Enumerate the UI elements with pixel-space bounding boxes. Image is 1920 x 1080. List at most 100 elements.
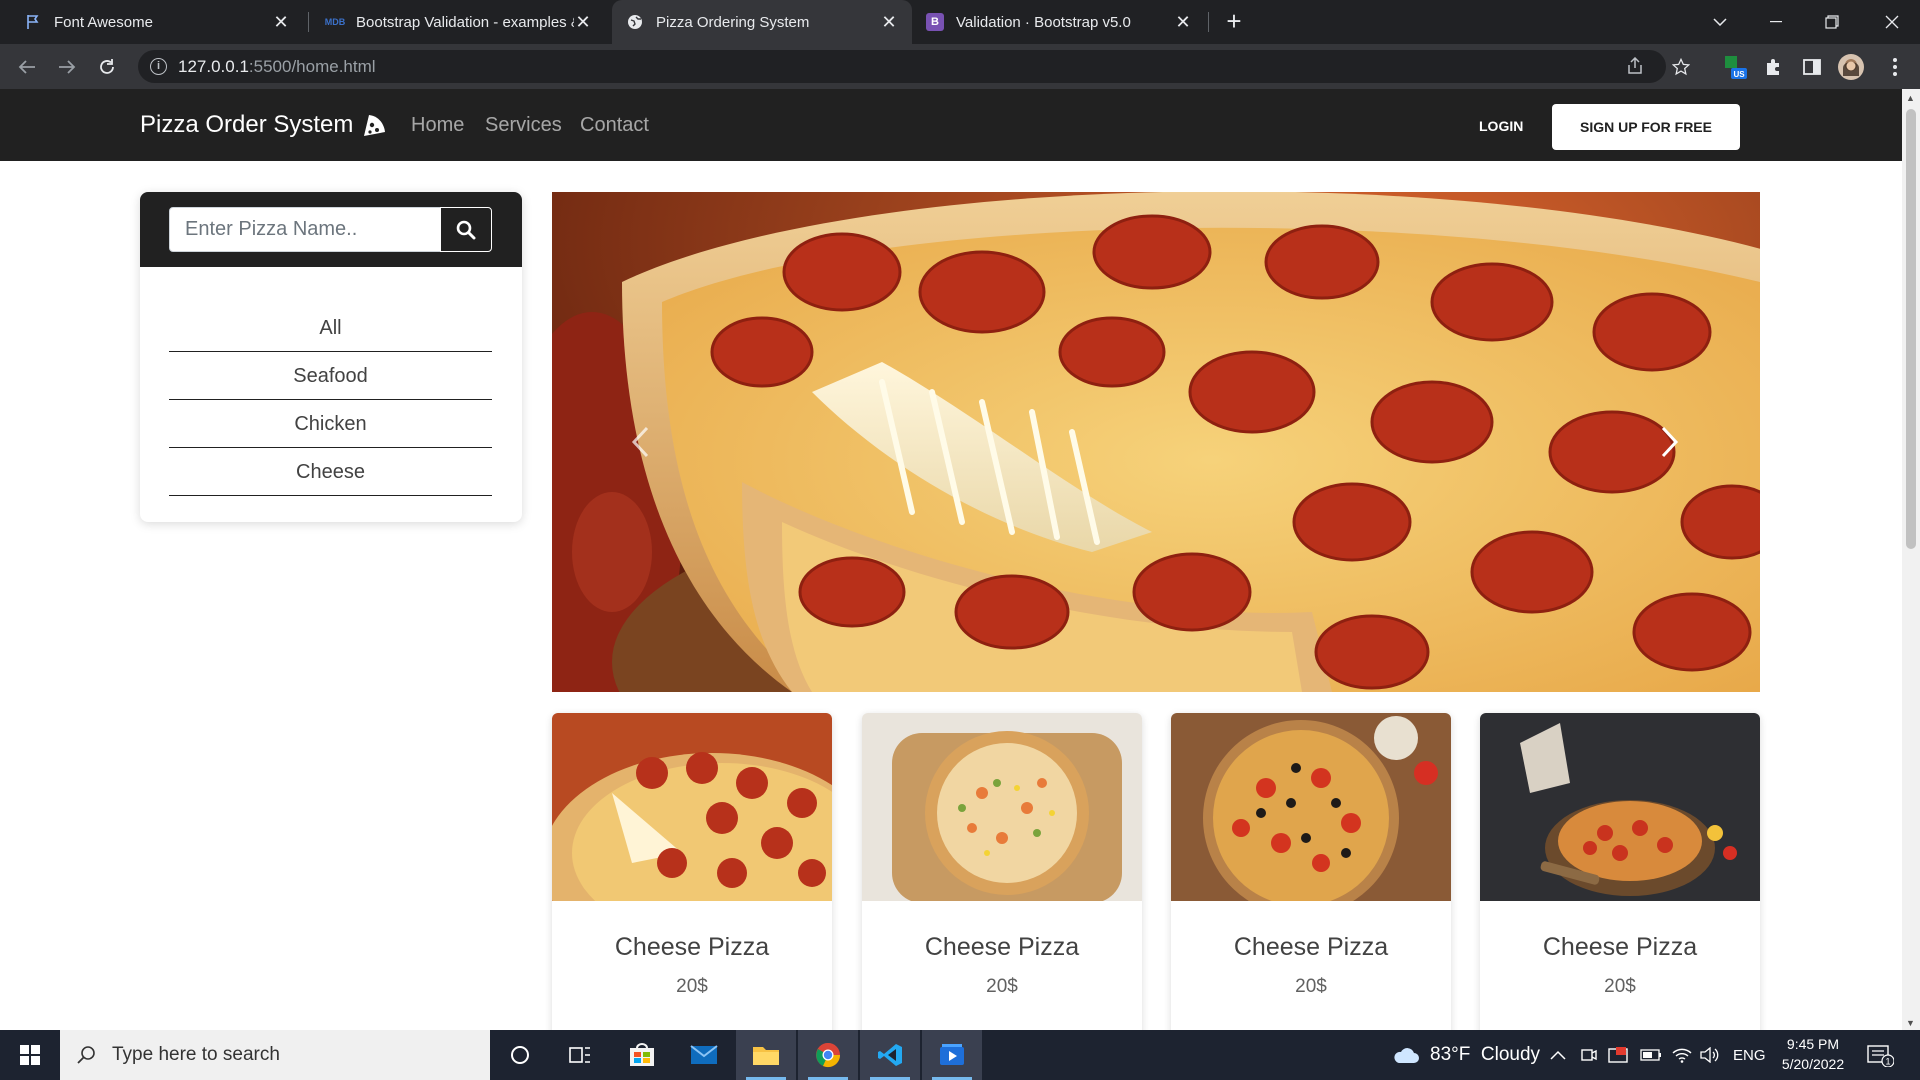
start-button[interactable] [0,1030,60,1080]
volume-icon[interactable] [1700,1030,1720,1080]
windows-logo-icon [20,1045,40,1065]
svg-text:US: US [1733,70,1745,79]
mail-icon[interactable] [674,1030,734,1080]
nav-link-services[interactable]: Services [485,114,562,137]
bootstrap-icon: B [926,13,944,31]
cloud-icon [1394,1048,1419,1063]
tab-bootstrap-validation[interactable]: MDB Bootstrap Validation - examples & tu… [312,0,606,44]
scroll-down-icon[interactable]: ▼ [1906,1018,1915,1028]
product-card[interactable]: Cheese Pizza 20$ [1171,713,1451,1030]
card-title: Cheese Pizza [924,933,1080,961]
chrome-menu-icon[interactable] [1882,54,1908,80]
wifi-icon[interactable] [1672,1030,1692,1080]
svg-text:1: 1 [1885,1057,1890,1067]
chrome-taskbar-icon[interactable] [798,1030,858,1080]
card-price: 20$ [1604,976,1636,997]
file-explorer-icon[interactable] [736,1030,796,1080]
security-tray-icon[interactable] [1608,1030,1628,1080]
windows-taskbar: Type here to search 83°F Cloudy ENG 9:45… [0,1030,1920,1080]
microsoft-store-icon[interactable] [612,1030,672,1080]
category-chicken[interactable]: Chicken [169,400,492,448]
product-card[interactable]: Cheese Pizza 20$ [552,713,832,1030]
browser-toolbar: i 127.0.0.1:5500/home.html US [0,44,1920,89]
category-seafood[interactable]: Seafood [169,352,492,400]
search-button[interactable] [440,207,492,252]
close-tab-icon[interactable]: ✕ [880,12,898,33]
meet-now-icon[interactable] [1580,1030,1598,1080]
new-tab-button[interactable]: + [1220,6,1248,38]
category-all[interactable]: All [169,304,492,352]
veggie-pizza-image [862,713,1142,901]
browser-tab-bar: Font Awesome ✕ MDB Bootstrap Validation … [0,0,1920,44]
site-navbar: Pizza Order System Home Services Contact… [0,89,1902,161]
media-player-icon[interactable] [922,1030,982,1080]
pepperoni-pizza-image [552,713,832,901]
system-clock[interactable]: 9:45 PM 5/20/2022 [1768,1034,1858,1074]
card-title: Cheese Pizza [614,933,770,961]
category-cheese[interactable]: Cheese [169,448,492,496]
login-button[interactable]: LOGIN [1479,118,1523,134]
share-icon[interactable] [1622,53,1648,79]
page-scrollbar[interactable]: ▲ ▼ [1902,89,1920,1030]
reload-button[interactable] [92,52,122,82]
flag-icon [24,13,42,31]
forward-button[interactable] [52,52,82,82]
back-button[interactable] [12,52,42,82]
brand-logo[interactable]: Pizza Order System [140,111,387,139]
card-price: 20$ [1295,976,1327,997]
nav-link-contact[interactable]: Contact [580,114,649,137]
restore-button[interactable] [1804,0,1860,44]
globe-icon [626,13,644,31]
site-info-icon[interactable]: i [150,58,167,75]
card-price: 20$ [676,976,708,997]
mdb-icon: MDB [324,17,346,27]
product-card[interactable]: Cheese Pizza 20$ [1480,713,1760,1030]
weather-widget[interactable]: 83°F Cloudy [1392,1030,1540,1080]
minimize-button[interactable] [1748,0,1804,44]
pepperoni-pizza-hero-image [552,192,1760,692]
cortana-icon[interactable] [490,1030,550,1080]
show-hidden-icons-chevron[interactable] [1550,1030,1566,1080]
address-bar[interactable]: i 127.0.0.1:5500/home.html [138,50,1666,83]
taskbar-search-box[interactable]: Type here to search [60,1030,490,1080]
tab-bootstrap-docs[interactable]: B Validation · Bootstrap v5.0 ✕ [912,0,1206,44]
vscode-icon[interactable] [860,1030,920,1080]
chevron-right-icon [1661,426,1679,458]
side-panel-icon[interactable] [1799,54,1825,80]
page-viewport: Pizza Order System Home Services Contact… [0,89,1902,1030]
signup-button[interactable]: SIGN UP FOR FREE [1552,104,1740,150]
profile-avatar[interactable] [1838,54,1864,80]
scroll-up-icon[interactable]: ▲ [1906,93,1915,103]
scrollbar-thumb[interactable] [1906,109,1916,549]
card-title: Cheese Pizza [1542,933,1698,961]
task-view-icon[interactable] [550,1030,610,1080]
hero-carousel [552,192,1760,692]
extensions-puzzle-icon[interactable] [1760,54,1786,80]
pizza-slice-icon [364,115,386,136]
pizza-search-input[interactable] [169,207,441,252]
extension-badge-icon[interactable]: US [1722,54,1748,80]
close-window-button[interactable] [1864,0,1920,44]
carousel-prev-button[interactable] [620,420,660,464]
tab-search-chevron-icon[interactable] [1692,0,1748,44]
notification-center-icon[interactable]: 1 [1866,1030,1894,1080]
nav-link-home[interactable]: Home [411,114,464,137]
close-tab-icon[interactable]: ✕ [574,12,592,33]
url-text: 127.0.0.1:5500/home.html [178,57,376,76]
bookmark-star-icon[interactable] [1668,54,1694,80]
chevron-left-icon [631,426,649,458]
tab-font-awesome[interactable]: Font Awesome ✕ [10,0,304,44]
card-title: Cheese Pizza [1233,933,1389,961]
battery-icon[interactable] [1640,1030,1662,1080]
dark-table-pizza-image [1480,713,1760,901]
olive-pizza-image [1171,713,1451,901]
carousel-next-button[interactable] [1650,420,1690,464]
tab-pizza-ordering-system[interactable]: Pizza Ordering System ✕ [612,0,912,44]
search-bar [140,192,522,267]
search-icon [456,220,476,239]
close-tab-icon[interactable]: ✕ [1174,12,1192,33]
product-card[interactable]: Cheese Pizza 20$ [862,713,1142,1030]
close-tab-icon[interactable]: ✕ [272,12,290,33]
language-indicator[interactable]: ENG [1733,1030,1766,1080]
card-price: 20$ [986,976,1018,997]
